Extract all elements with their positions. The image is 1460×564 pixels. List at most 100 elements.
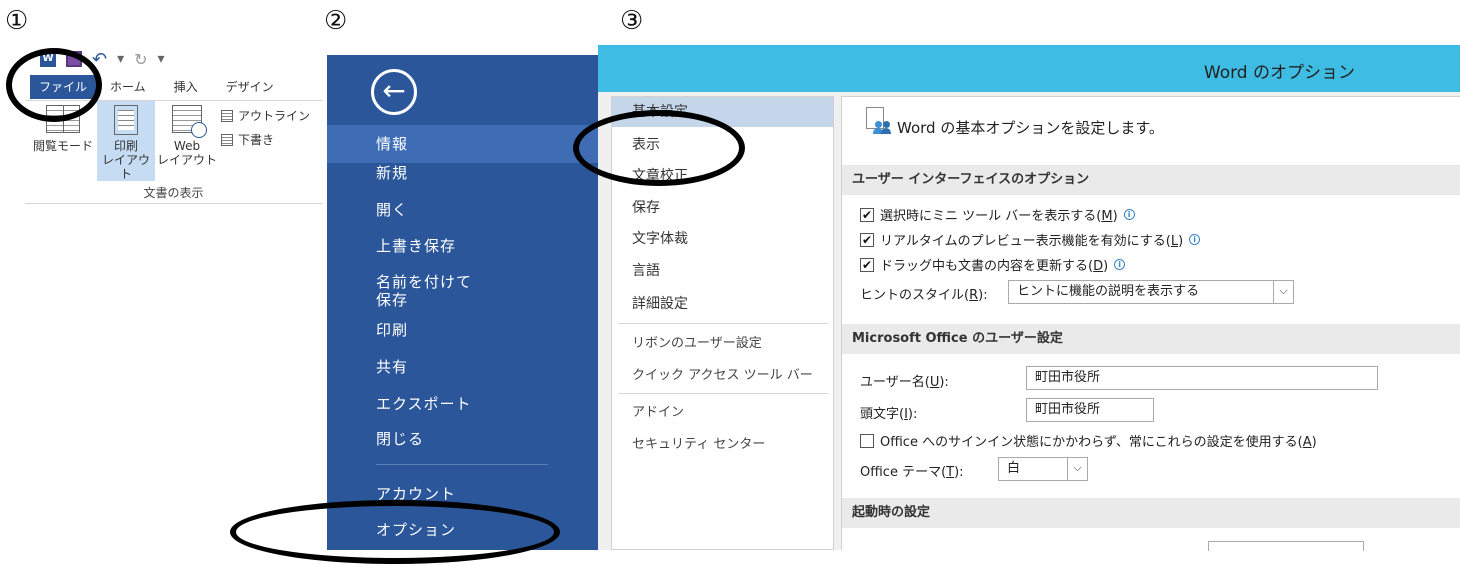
backstage-item-save[interactable]: 上書き保存 (327, 237, 598, 255)
outline-label: アウトライン (238, 109, 311, 123)
backstage-item-close[interactable]: 閉じる (327, 430, 598, 448)
read-mode-button[interactable]: 閲覧モード (29, 105, 97, 171)
startup-field-partial[interactable] (1208, 541, 1364, 551)
undo-dropdown-icon[interactable]: ▾ (117, 51, 124, 67)
options-nav: 基本設定 表示 文章校正 保存 文字体裁 言語 詳細設定 リボンのユーザー設定 … (611, 96, 834, 550)
step-number-2: ② (324, 6, 348, 36)
initials-input[interactable]: 町田市役所 (1026, 398, 1154, 422)
step-number-1: ① (5, 6, 29, 36)
nav-item-customize-ribbon[interactable]: リボンのユーザー設定 (612, 329, 833, 359)
option-live-preview[interactable]: ✔ リアルタイムのプレビュー表示機能を有効にする(L) i (860, 230, 1201, 249)
nav-item-advanced[interactable]: 詳細設定 (612, 289, 833, 319)
dialog-body: 基本設定 表示 文章校正 保存 文字体裁 言語 詳細設定 リボンのユーザー設定 … (598, 92, 1460, 551)
dialog-titlebar: Word のオプション (598, 45, 1460, 92)
backstage-item-print[interactable]: 印刷 (327, 321, 598, 339)
ribbon-view-group: 閲覧モード 印刷 レイアウト Web レイアウト アウトライン 下書き 文書の表… (25, 100, 322, 204)
info-icon: i (1114, 259, 1126, 270)
tab-design[interactable]: デザイン (212, 75, 288, 99)
print-layout-button[interactable]: 印刷 レイアウト (97, 101, 155, 181)
backstage-item-share[interactable]: 共有 (327, 358, 598, 376)
chevron-down-icon[interactable]: ⌵ (1273, 281, 1293, 303)
section-startup: 起動時の設定 (842, 498, 1460, 528)
office-theme-value: 白 (1007, 461, 1021, 476)
nav-separator (618, 393, 828, 394)
backstage-item-export[interactable]: エクスポート (327, 395, 598, 413)
outline-button[interactable]: アウトライン (221, 107, 310, 124)
tab-insert[interactable]: 挿入 (160, 75, 212, 99)
backstage-item-options[interactable]: オプション (327, 521, 598, 539)
backstage-item-open[interactable]: 開く (327, 201, 598, 219)
always-use-label: Office へのサインイン状態にかかわらず、常にこれらの設定を使用する(A) (880, 435, 1317, 450)
mini-toolbar-checkbox[interactable]: ✔ (860, 207, 874, 222)
word-logo-icon: W (40, 51, 56, 67)
options-header: Word の基本オプションを設定します。 (897, 119, 1164, 137)
section-user-settings: Microsoft Office のユーザー設定 (842, 324, 1460, 354)
group-label-views: 文書の表示 (143, 186, 204, 200)
print-layout-icon (114, 105, 138, 135)
quick-access-toolbar: W ↶ ▾ ↻ ▾ (40, 48, 165, 70)
backstage-separator (376, 464, 548, 465)
always-use-checkbox[interactable] (860, 433, 874, 448)
live-preview-checkbox[interactable]: ✔ (860, 232, 874, 247)
backstage-item-info[interactable]: 情報 (327, 125, 598, 163)
mini-toolbar-label: 選択時にミニ ツール バーを表示する(M) (880, 209, 1118, 224)
ribbon-panel: W ↶ ▾ ↻ ▾ ファイル ホーム 挿入 デザイン 閲覧モード 印刷 レイアウ… (0, 48, 322, 208)
tab-home[interactable]: ホーム (96, 75, 160, 99)
web-layout-icon (172, 105, 207, 138)
save-as-label-1: 名前を付けて (376, 273, 473, 291)
nav-item-save[interactable]: 保存 (612, 193, 833, 223)
info-icon: i (1189, 234, 1201, 245)
read-mode-label: 閲覧モード (32, 139, 93, 153)
save-as-label-2: 保存 (376, 291, 409, 309)
word-options-dialog: Word のオプション 基本設定 表示 文章校正 保存 文字体裁 言語 詳細設定… (598, 45, 1460, 551)
option-mini-toolbar[interactable]: ✔ 選択時にミニ ツール バーを表示する(M) i (860, 205, 1135, 224)
backstage-item-save-as[interactable]: 名前を付けて 保存 (327, 273, 598, 309)
draft-label: 下書き (238, 133, 275, 147)
customize-qat-icon[interactable]: ▾ (158, 51, 165, 67)
backstage-panel: ← 情報 新規 開く 上書き保存 名前を付けて 保存 印刷 共有 エクスポート … (327, 55, 598, 550)
office-theme-select[interactable]: 白 ⌵ (998, 457, 1088, 481)
back-arrow-icon[interactable]: ← (371, 69, 417, 115)
username-input[interactable]: 町田市役所 (1026, 366, 1378, 390)
hint-style-select[interactable]: ヒントに機能の説明を表示する ⌵ (1008, 280, 1294, 304)
office-theme-label: Office テーマ(T): (860, 465, 964, 480)
nav-item-display[interactable]: 表示 (612, 130, 833, 160)
chevron-down-icon[interactable]: ⌵ (1067, 458, 1087, 480)
option-update-while-dragging[interactable]: ✔ ドラッグ中も文書の内容を更新する(D) i (860, 255, 1126, 274)
read-mode-icon (46, 105, 80, 133)
hint-style-label: ヒントのスタイル(R): (860, 288, 988, 303)
nav-item-trust-center[interactable]: セキュリティ センター (612, 430, 833, 460)
options-content: Word の基本オプションを設定します。 ユーザー インターフェイスのオプション… (841, 96, 1460, 551)
hint-style-value: ヒントに機能の説明を表示する (1017, 284, 1200, 299)
nav-item-language[interactable]: 言語 (612, 256, 833, 286)
print-layout-label-1: 印刷 (113, 139, 138, 153)
step-number-3: ③ (620, 6, 644, 36)
undo-icon[interactable]: ↶ (92, 49, 107, 70)
nav-item-typography[interactable]: 文字体裁 (612, 224, 833, 254)
ribbon-tabs: ファイル ホーム 挿入 デザイン (30, 75, 288, 99)
section-ui-options: ユーザー インターフェイスのオプション (842, 165, 1460, 195)
info-icon: i (1123, 209, 1135, 220)
nav-item-general[interactable]: 基本設定 (612, 97, 833, 127)
nav-separator (618, 323, 828, 324)
initials-label: 頭文字(I): (860, 407, 918, 422)
draft-button[interactable]: 下書き (221, 131, 274, 148)
tab-file[interactable]: ファイル (30, 75, 96, 99)
update-dragging-checkbox[interactable]: ✔ (860, 257, 874, 272)
outline-icon (221, 109, 233, 122)
web-layout-button[interactable]: Web レイアウト (157, 105, 217, 185)
redo-icon[interactable]: ↻ (134, 50, 147, 69)
nav-item-proofing[interactable]: 文章校正 (612, 161, 833, 191)
save-icon[interactable] (66, 51, 82, 67)
web-layout-label-2: レイアウト (157, 153, 218, 167)
backstage-item-new[interactable]: 新規 (327, 164, 598, 182)
users-options-icon (864, 107, 892, 135)
option-always-use-settings[interactable]: Office へのサインイン状態にかかわらず、常にこれらの設定を使用する(A) (860, 431, 1317, 450)
update-dragging-label: ドラッグ中も文書の内容を更新する(D) (880, 259, 1109, 274)
web-layout-label-1: Web (173, 139, 201, 153)
backstage-item-account[interactable]: アカウント (327, 485, 598, 503)
nav-item-addins[interactable]: アドイン (612, 398, 833, 428)
nav-item-quick-access-toolbar[interactable]: クイック アクセス ツール バー (612, 361, 833, 391)
print-layout-label-2: レイアウト (101, 153, 150, 181)
draft-icon (221, 133, 233, 146)
